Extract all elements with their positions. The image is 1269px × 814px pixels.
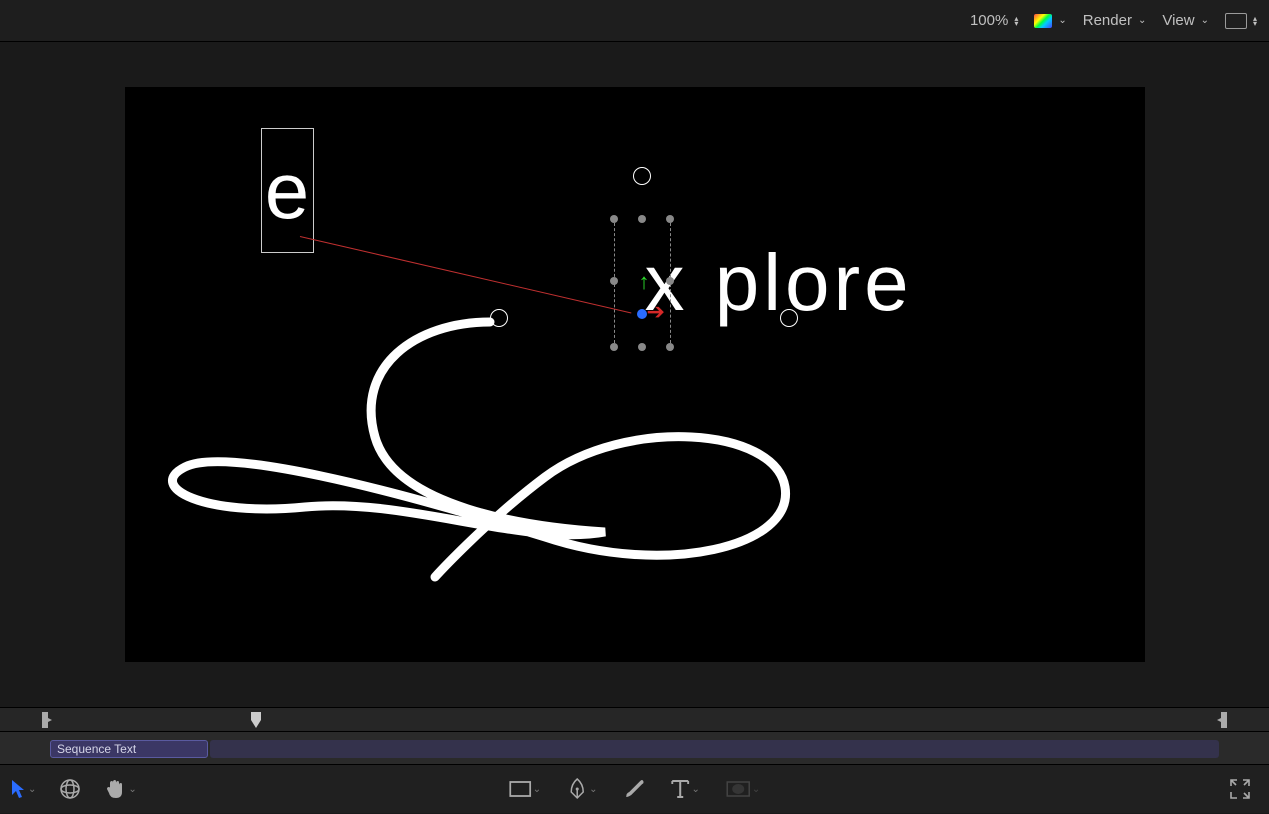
path-node-marker[interactable]	[633, 167, 651, 185]
bbox-edge-left	[614, 223, 615, 343]
chevron-down-icon: ⌄	[1201, 15, 1209, 26]
bbox-handle-bc[interactable]	[638, 343, 646, 351]
render-label: Render	[1083, 12, 1132, 29]
path-node-marker[interactable]	[780, 309, 798, 327]
chevron-down-icon: ⌄	[128, 784, 136, 795]
motion-path-line[interactable]	[299, 236, 631, 313]
pen-tool[interactable]: ⌄	[567, 778, 597, 800]
channel-box-icon	[1225, 13, 1247, 29]
zoom-level-stepper[interactable]: 100% ▴▾	[970, 12, 1018, 29]
channel-display-stepper[interactable]: ▴▾	[1225, 13, 1257, 29]
gizmo-anchor-point[interactable]	[637, 309, 647, 319]
transform-3d-tool[interactable]	[58, 777, 82, 801]
behavior-bar-label: Sequence Text	[57, 742, 136, 756]
bbox-handle-bl[interactable]	[610, 343, 618, 351]
chevron-down-icon: ⌄	[1058, 15, 1066, 26]
gizmo-y-axis-arrow[interactable]: ↑	[639, 269, 650, 295]
mask-tool[interactable]: ⌄	[726, 781, 760, 797]
view-label: View	[1162, 12, 1194, 29]
view-menu[interactable]: View ⌄	[1162, 12, 1209, 29]
color-channels-menu[interactable]: ⌄	[1034, 14, 1066, 28]
bbox-handle-tl[interactable]	[610, 215, 618, 223]
stepper-arrows-icon: ▴▾	[1253, 16, 1257, 26]
glyph-e-text: e	[265, 151, 310, 231]
gizmo-x-axis-arrow[interactable]: ➔	[647, 299, 665, 325]
pan-tool[interactable]: ⌄	[104, 778, 136, 800]
stepper-arrows-icon: ▴▾	[1014, 16, 1018, 26]
text-tool[interactable]: ⌄	[672, 779, 700, 799]
shape-tool[interactable]: ⌄	[509, 781, 541, 797]
in-point-marker[interactable]	[42, 712, 52, 733]
fullscreen-button[interactable]	[1229, 778, 1251, 800]
chevron-down-icon: ⌄	[1138, 15, 1146, 26]
mini-timeline[interactable]: Sequence Text	[0, 732, 1269, 764]
paint-stroke-tool[interactable]	[624, 778, 646, 800]
canvas-toolbar-bottom: ⌄ ⌄ ⌄ ⌄ ⌄ ⌄	[0, 764, 1269, 813]
bbox-handle-br[interactable]	[666, 343, 674, 351]
glyph-selection-e[interactable]: e	[261, 128, 314, 253]
bbox-edge-right	[670, 223, 671, 343]
behavior-bar-sequence-text[interactable]: Sequence Text	[50, 740, 208, 758]
select-tool[interactable]: ⌄	[10, 779, 36, 799]
chevron-down-icon: ⌄	[28, 784, 36, 795]
canvas[interactable]: e x plore ↑ ➔	[125, 87, 1145, 662]
bbox-handle-tc[interactable]	[638, 215, 646, 223]
canvas-toolbar-top: 100% ▴▾ ⌄ Render ⌄ View ⌄ ▴▾	[0, 0, 1269, 42]
chevron-down-icon: ⌄	[533, 784, 541, 795]
canvas-viewport[interactable]: e x plore ↑ ➔	[0, 42, 1269, 707]
color-swatch-icon	[1034, 14, 1052, 28]
text-xplore[interactable]: x plore	[645, 237, 913, 329]
mini-timeline-ruler[interactable]	[0, 707, 1269, 732]
chevron-down-icon: ⌄	[752, 784, 760, 795]
bbox-handle-tr[interactable]	[666, 215, 674, 223]
timeline-track-bg	[210, 740, 1219, 758]
zoom-level-value: 100%	[970, 12, 1008, 29]
render-menu[interactable]: Render ⌄	[1083, 12, 1147, 29]
toolbar-bottom-right	[1229, 778, 1251, 800]
tool-group-center: ⌄ ⌄ ⌄ ⌄	[509, 778, 761, 800]
chevron-down-icon: ⌄	[692, 784, 700, 795]
path-node-marker[interactable]	[490, 309, 508, 327]
out-point-marker[interactable]	[1217, 712, 1227, 733]
chevron-down-icon: ⌄	[589, 784, 597, 795]
